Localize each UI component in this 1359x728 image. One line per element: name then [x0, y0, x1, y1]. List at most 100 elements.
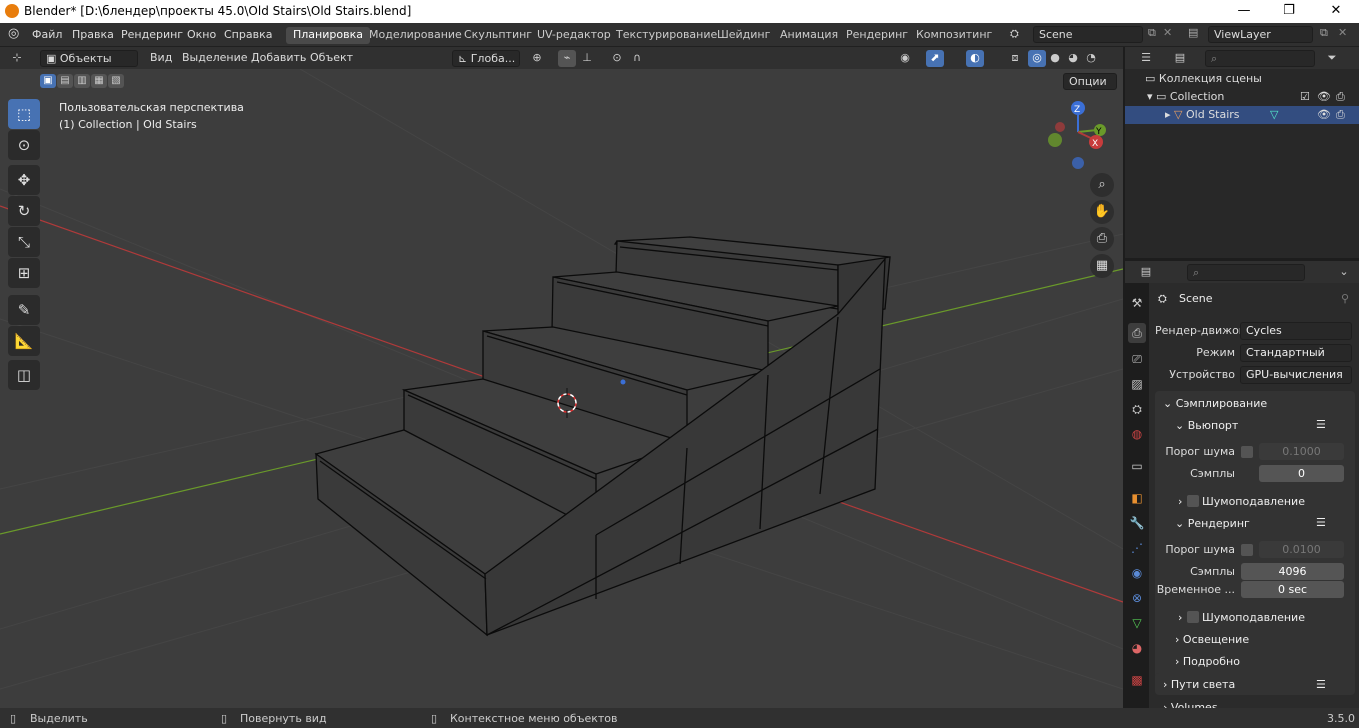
pan-hand-icon[interactable]: ✋ [1090, 200, 1114, 224]
transform-tool-icon[interactable]: ⊞ [8, 258, 40, 288]
blender-menu-icon[interactable]: ◎ [8, 26, 19, 41]
outliner-scene-collection[interactable]: ▭ Коллекция сцены [1125, 70, 1359, 88]
gizmo-toggle-icon[interactable]: ⬈ [926, 50, 944, 67]
annotate-tool-icon[interactable]: ✎ [8, 295, 40, 325]
list-icon[interactable]: ☰ [1316, 418, 1326, 431]
tab-texture-paint[interactable]: Текстурирование [609, 27, 724, 44]
data-tab-icon[interactable]: ▽ [1128, 613, 1146, 633]
measure-tool-icon[interactable]: 📐 [8, 326, 40, 356]
scene-selector[interactable]: Scene [1033, 26, 1143, 43]
constraints-tab-icon[interactable]: ⊗ [1128, 588, 1146, 608]
modifier-tab-icon[interactable]: 🔧 [1128, 513, 1146, 533]
solid-shading-icon[interactable]: ● [1046, 50, 1064, 67]
snap-target-icon[interactable]: ⊥ [578, 50, 596, 67]
wireframe-shading-icon[interactable]: ◎ [1028, 50, 1046, 67]
collection-camera-icon[interactable]: ⎙ [1336, 88, 1345, 106]
3d-viewport[interactable]: Z Y X Пользовательская перспектива (1) C… [0, 69, 1123, 708]
delete-viewlayer-icon[interactable]: ✕ [1338, 26, 1347, 39]
new-viewlayer-icon[interactable]: ⧉ [1320, 26, 1328, 40]
object-tab-icon[interactable]: ◧ [1128, 488, 1146, 508]
light-paths-header[interactable]: › Пути света [1163, 678, 1235, 691]
stairs-mesh[interactable] [314, 236, 891, 637]
select-new-icon[interactable]: ▣ [40, 74, 56, 88]
select-invert-icon[interactable]: ▦ [91, 74, 107, 88]
move-tool-icon[interactable]: ✥ [8, 165, 40, 195]
render-noise-threshold-checkbox[interactable] [1241, 544, 1253, 556]
texture-tab-icon[interactable]: ▩ [1128, 670, 1146, 690]
falloff-icon[interactable]: ∩ [628, 50, 646, 67]
add-cube-tool-icon[interactable]: ◫ [8, 360, 40, 390]
display-mode-icon[interactable]: ▤ [1171, 50, 1189, 67]
material-shading-icon[interactable]: ◕ [1064, 50, 1082, 67]
object-camera-icon[interactable]: ⎙ [1336, 106, 1345, 124]
select-subtract-icon[interactable]: ▥ [74, 74, 90, 88]
render-subheader[interactable]: ⌄ Рендеринг [1175, 517, 1250, 530]
cursor-tool-icon[interactable]: ⊙ [8, 130, 40, 160]
ortho-grid-icon[interactable]: ▦ [1090, 254, 1114, 278]
select-intersect-icon[interactable]: ▧ [108, 74, 124, 88]
particles-tab-icon[interactable]: ⋰ [1128, 538, 1146, 558]
outliner-search-input[interactable]: ⌕ [1205, 50, 1315, 67]
menu-view[interactable]: Вид [145, 50, 177, 67]
options-dropdown[interactable]: Опции [1063, 73, 1117, 90]
sampling-header[interactable]: ⌄ Сэмплирование [1163, 397, 1267, 410]
menu-add[interactable]: Добавить [246, 50, 311, 67]
properties-editor-icon[interactable]: ▤ [1137, 264, 1155, 281]
properties-search-input[interactable]: ⌕ [1187, 264, 1305, 281]
collection-eye-icon[interactable]: 👁 [1317, 88, 1331, 106]
lights-subheader[interactable]: › Освещение [1175, 633, 1249, 646]
mesh-data-icon[interactable]: ▽ [1270, 106, 1278, 124]
navigation-gizmo[interactable]: Z Y X [1048, 101, 1106, 169]
tool-tab-icon[interactable]: ⚒ [1128, 293, 1146, 313]
pivot-point-icon[interactable]: ⊕ [528, 50, 546, 67]
render-denoise-header[interactable]: › [1178, 611, 1182, 624]
exclude-checkbox-icon[interactable]: ☑ [1300, 88, 1310, 106]
viewport-noise-threshold-checkbox[interactable] [1241, 446, 1253, 458]
mode-dropdown[interactable]: Стандартный [1240, 344, 1352, 362]
render-denoise-checkbox[interactable] [1187, 611, 1199, 623]
scale-tool-icon[interactable]: ⤡ [8, 227, 40, 257]
viewport-noise-threshold-field[interactable]: 0.1000 [1259, 443, 1344, 460]
collection-tab-icon[interactable]: ▭ [1128, 456, 1146, 476]
advanced-subheader[interactable]: › Подробно [1175, 655, 1240, 668]
tab-uv-editing[interactable]: UV-редактор [530, 27, 618, 44]
properties-options-icon[interactable]: ⌄ [1335, 264, 1353, 281]
visibility-icon[interactable]: ◉ [896, 50, 914, 67]
select-box-tool-icon[interactable]: ⬚ [8, 99, 40, 129]
menu-select[interactable]: Выделение [177, 50, 253, 67]
menu-edit[interactable]: Правка [72, 28, 114, 41]
proportional-edit-icon[interactable]: ⊙ [608, 50, 626, 67]
menu-help[interactable]: Справка [224, 28, 272, 41]
camera-view-icon[interactable]: ⎙ [1090, 227, 1114, 251]
zoom-icon[interactable]: ⌕ [1090, 173, 1114, 197]
output-tab-icon[interactable]: ⎚ [1128, 349, 1146, 369]
maximize-button[interactable]: ❐ [1274, 2, 1304, 20]
device-dropdown[interactable]: GPU-вычисления [1240, 366, 1352, 384]
viewport-subheader[interactable]: ⌄ Вьюпорт [1175, 419, 1238, 432]
view-layer-tab-icon[interactable]: ▨ [1128, 374, 1146, 394]
tab-shading[interactable]: Шейдинг [710, 27, 777, 44]
viewlayer-selector[interactable]: ViewLayer [1208, 26, 1313, 43]
rendered-shading-icon[interactable]: ◔ [1082, 50, 1100, 67]
world-tab-icon[interactable]: ◍ [1128, 424, 1146, 444]
menu-object[interactable]: Объект [305, 50, 358, 67]
minimize-button[interactable]: — [1229, 2, 1259, 20]
tab-layout[interactable]: Планировка [286, 27, 370, 44]
expand-arrow-icon[interactable]: ▾ [1147, 90, 1156, 103]
tab-rendering[interactable]: Рендеринг [839, 27, 915, 44]
tab-modeling[interactable]: Моделирование [362, 27, 469, 44]
new-scene-icon[interactable]: ⧉ [1148, 26, 1156, 40]
menu-window[interactable]: Окно [187, 28, 216, 41]
viewport-samples-field[interactable]: 0 [1259, 465, 1344, 482]
physics-tab-icon[interactable]: ◉ [1128, 563, 1146, 583]
outliner-object-old-stairs[interactable]: ▸ ▽ Old Stairs ▽ 👁 ⎙ [1125, 106, 1359, 124]
scene-tab-icon[interactable]: ⛭ [1128, 399, 1146, 419]
time-limit-field[interactable]: 0 sec [1241, 581, 1344, 598]
pin-icon[interactable]: ⚲ [1341, 292, 1349, 305]
material-tab-icon[interactable]: ◕ [1128, 638, 1146, 658]
mode-selector[interactable]: ▣ Объекты [40, 50, 138, 67]
viewport-denoise-header[interactable]: › [1178, 495, 1182, 508]
snap-icon[interactable]: ⌁ [558, 50, 576, 67]
tab-animation[interactable]: Анимация [773, 27, 845, 44]
filter-icon[interactable]: ⏷ [1323, 50, 1341, 67]
